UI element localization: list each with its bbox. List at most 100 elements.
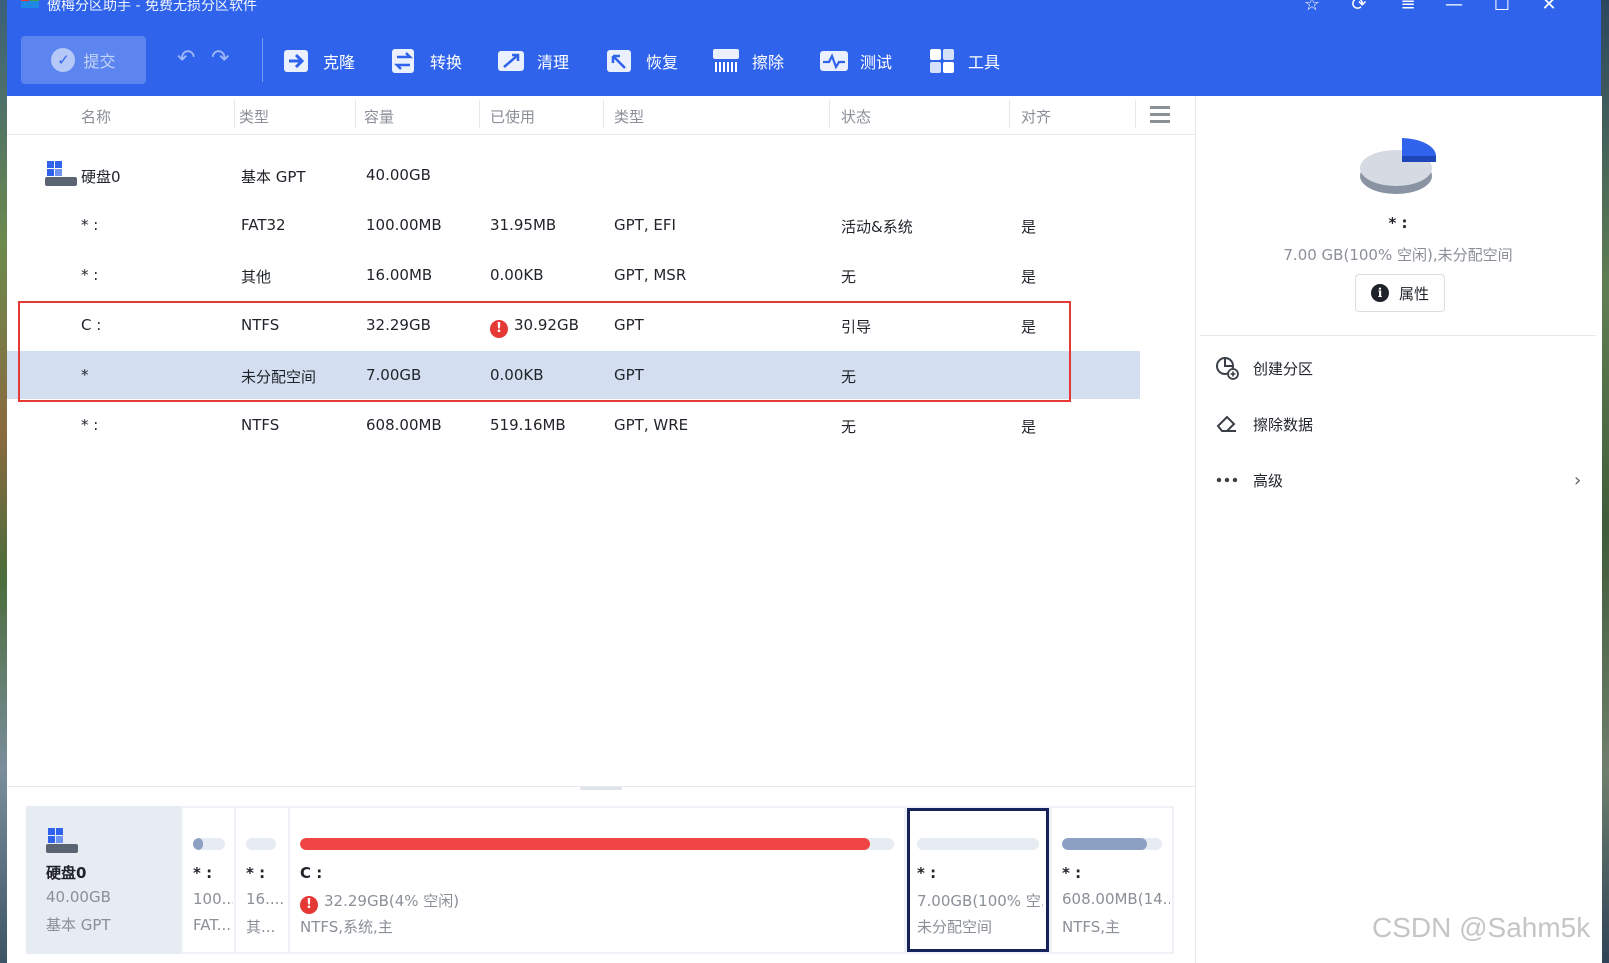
column-status[interactable]: 状态 xyxy=(841,106,871,127)
tools-button[interactable]: 工具 xyxy=(926,44,1000,78)
properties-label: 属性 xyxy=(1398,284,1429,303)
disk-capacity: 40.00GB xyxy=(366,166,431,184)
partition-card[interactable]: * : 608.00MB(14... NTFS,主 xyxy=(1052,808,1172,952)
maximize-icon[interactable]: ☐ xyxy=(1490,0,1514,15)
desktop-background-left xyxy=(0,0,7,963)
partition-card[interactable]: * : 100... FAT... xyxy=(183,808,234,952)
disk-name: 硬盘0 xyxy=(81,168,121,186)
advanced-label: 高级 xyxy=(1253,471,1284,490)
wipe-button[interactable]: 擦除 xyxy=(710,44,784,78)
create-partition-label: 创建分区 xyxy=(1253,359,1314,378)
recover-button[interactable]: 恢复 xyxy=(604,44,678,78)
highlight-annotation-box xyxy=(18,301,1071,402)
partition-row[interactable]: * : NTFS 608.00MB 519.16MB GPT, WRE 无 是 xyxy=(7,401,1140,449)
partition-align: 是 xyxy=(1021,218,1037,236)
partition-usage-bar xyxy=(1062,838,1162,850)
disk-map-size: 40.00GB xyxy=(46,888,111,906)
partition-card-fs: 其... xyxy=(246,918,276,936)
undo-icon[interactable]: ↶ xyxy=(177,46,195,71)
usage-fill xyxy=(193,838,204,850)
partition-card-name: * : xyxy=(917,864,937,882)
advanced-action[interactable]: 高级 xyxy=(1215,465,1283,495)
column-used[interactable]: 已使用 xyxy=(490,106,535,127)
partition-row[interactable]: * : 其他 16.00MB 0.00KB GPT, MSR 无 是 xyxy=(7,251,1140,299)
partition-card-size: 7.00GB(100% 空... xyxy=(917,892,1043,910)
convert-icon xyxy=(392,49,414,73)
splitter-grip[interactable] xyxy=(580,787,622,790)
partition-align: 是 xyxy=(1021,418,1037,436)
disk-row[interactable]: 硬盘0 基本 GPT 40.00GB xyxy=(7,151,1140,199)
partition-usage-bar xyxy=(917,838,1039,850)
partition-card-fs: NTFS,系统,主 xyxy=(300,918,393,936)
divider xyxy=(1200,335,1596,336)
partition-name: * : xyxy=(81,216,99,234)
partition-type: GPT, WRE xyxy=(614,416,689,434)
column-name[interactable]: 名称 xyxy=(81,106,111,127)
convert-button[interactable]: 转换 xyxy=(388,44,462,78)
partition-usage-bar xyxy=(300,838,894,850)
submit-button[interactable]: ✓ 提交 xyxy=(21,36,146,84)
star-icon[interactable]: ☆ xyxy=(1300,0,1324,15)
partition-used: 0.00KB xyxy=(490,266,544,284)
clone-button[interactable]: 克隆 xyxy=(281,44,355,78)
table-header: 名称 类型 容量 已使用 类型 状态 对齐 xyxy=(7,96,1195,135)
disk-map-disk[interactable]: 硬盘0 40.00GB 基本 GPT xyxy=(26,806,181,954)
chevron-right-icon[interactable]: › xyxy=(1574,470,1581,491)
partition-card-c[interactable]: C : ! 32.29GB(4% 空闲) NTFS,系统,主 xyxy=(290,808,904,952)
column-divider[interactable] xyxy=(234,100,235,128)
column-settings-icon[interactable] xyxy=(1149,104,1171,124)
wipe-data-action[interactable]: 擦除数据 xyxy=(1215,409,1313,439)
disk-icon xyxy=(45,161,77,186)
tools-icon xyxy=(930,49,954,73)
partition-status: 活动&系统 xyxy=(841,218,913,236)
warning-icon: ! xyxy=(300,896,318,914)
column-capacity[interactable]: 容量 xyxy=(364,106,394,127)
partition-card-fs: NTFS,主 xyxy=(1062,918,1121,936)
create-partition-action[interactable]: 创建分区 xyxy=(1215,353,1313,383)
test-button[interactable]: 测试 xyxy=(818,44,892,78)
partition-card-size: 32.29GB(4% 空闲) xyxy=(324,892,460,910)
column-divider[interactable] xyxy=(603,100,604,128)
redo-icon[interactable]: ↷ xyxy=(211,46,229,71)
watermark: CSDN @Sahm5k xyxy=(1372,912,1591,943)
minimize-icon[interactable]: — xyxy=(1442,0,1466,15)
toolbar-divider xyxy=(262,38,263,82)
recover-icon xyxy=(607,50,631,72)
partition-card-name: * : xyxy=(193,864,213,882)
menu-icon[interactable]: ≡ xyxy=(1396,0,1420,15)
column-fs-type[interactable]: 类型 xyxy=(239,106,269,127)
usage-fill xyxy=(300,838,871,850)
refresh-icon[interactable]: ⟳ xyxy=(1347,0,1371,15)
partition-capacity: 100.00MB xyxy=(366,216,442,234)
partition-card-size: 16.... xyxy=(246,890,285,908)
partition-name: * : xyxy=(81,266,99,284)
properties-button[interactable]: i 属性 xyxy=(1355,274,1445,312)
column-divider[interactable] xyxy=(355,100,356,128)
app-logo-icon xyxy=(21,0,39,8)
column-divider[interactable] xyxy=(1135,100,1136,128)
wipe-icon xyxy=(713,49,739,72)
clean-button[interactable]: 清理 xyxy=(495,44,569,78)
window-title: 傲梅分区助手 - 免费无损分区软件 xyxy=(47,0,257,14)
partition-card-name: C : xyxy=(300,864,323,882)
column-part-type[interactable]: 类型 xyxy=(614,106,644,127)
wipe-data-label: 擦除数据 xyxy=(1253,415,1314,434)
partition-fs: 其他 xyxy=(241,268,272,286)
column-divider[interactable] xyxy=(479,100,480,128)
partition-card-unallocated[interactable]: * : 7.00GB(100% 空... 未分配空间 xyxy=(907,808,1049,952)
column-divider[interactable] xyxy=(1009,100,1010,128)
column-divider[interactable] xyxy=(829,100,830,128)
partition-capacity: 608.00MB xyxy=(366,416,442,434)
partition-card[interactable]: * : 16.... 其... xyxy=(236,808,288,952)
partition-used: 519.16MB xyxy=(490,416,566,434)
usage-fill xyxy=(1062,838,1147,850)
partition-used: 31.95MB xyxy=(490,216,557,234)
partition-card-fs: 未分配空间 xyxy=(917,918,993,936)
partition-card-name: * : xyxy=(246,864,266,882)
partition-row[interactable]: * : FAT32 100.00MB 31.95MB GPT, EFI 活动&系… xyxy=(7,201,1140,249)
info-icon: i xyxy=(1370,284,1389,302)
column-align[interactable]: 对齐 xyxy=(1021,106,1051,127)
clean-icon xyxy=(498,51,524,71)
close-icon[interactable]: ✕ xyxy=(1537,0,1561,15)
partition-align: 是 xyxy=(1021,268,1037,286)
